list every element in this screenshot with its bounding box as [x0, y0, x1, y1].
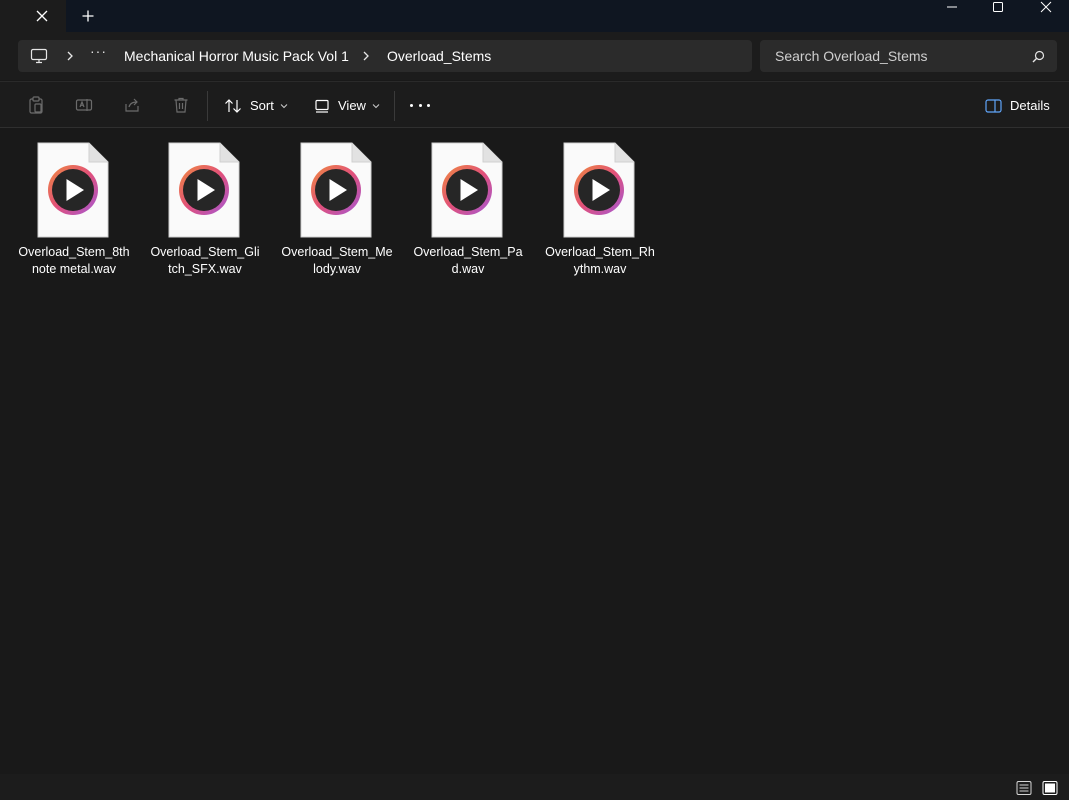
audio-file-icon	[168, 142, 240, 238]
audio-file-icon	[431, 142, 503, 238]
search-input[interactable]: Search Overload_Stems	[760, 40, 1057, 72]
chevron-down-icon	[372, 104, 380, 109]
view-icon	[315, 99, 329, 113]
close-icon	[1040, 1, 1052, 13]
sort-label: Sort	[250, 98, 274, 113]
details-view-icon[interactable]	[1016, 780, 1032, 796]
file-explorer-window: ··· Mechanical Horror Music Pack Vol 1 O…	[0, 0, 1069, 800]
file-name: Overload_Stem_Melody.wav	[281, 245, 393, 276]
sort-icon	[225, 99, 241, 113]
breadcrumb-item-pack[interactable]: Mechanical Horror Music Pack Vol 1	[124, 47, 349, 65]
share-icon[interactable]	[123, 96, 141, 114]
chevron-right-icon[interactable]	[360, 50, 372, 62]
more-dot	[410, 103, 413, 107]
breadcrumb-item-current[interactable]: Overload_Stems	[387, 47, 491, 65]
more-dot	[418, 103, 422, 107]
audio-file-icon	[300, 142, 372, 238]
file-name: Overload_Stem_Pad.wav	[413, 245, 523, 276]
this-pc-icon[interactable]	[30, 48, 48, 64]
file-item[interactable]: Overload_Stem_Glitch_SFX.wav	[149, 142, 261, 282]
file-name: Overload_Stem_8th note metal.wav	[18, 245, 130, 276]
file-item[interactable]: Overload_Stem_Melody.wav	[281, 142, 393, 282]
more-dot	[427, 103, 430, 107]
chevron-down-icon	[280, 104, 288, 109]
new-tab-button[interactable]	[78, 6, 98, 26]
file-item[interactable]: Overload_Stem_Rhythm.wav	[544, 142, 656, 282]
details-pane-button[interactable]: Details	[985, 90, 1050, 122]
audio-file-icon	[37, 142, 109, 238]
plus-icon	[82, 10, 94, 22]
audio-file-icon	[563, 142, 635, 238]
large-icons-view-icon[interactable]	[1042, 780, 1058, 796]
title-bar	[0, 0, 1069, 32]
close-icon	[36, 10, 48, 22]
sort-button[interactable]: Sort	[224, 90, 288, 122]
details-label: Details	[1010, 98, 1050, 113]
search-placeholder: Search Overload_Stems	[775, 48, 928, 64]
toolbar-divider	[207, 91, 208, 121]
chevron-right-icon[interactable]	[64, 50, 76, 62]
view-label: View	[338, 98, 366, 113]
minimize-button[interactable]	[929, 0, 975, 14]
file-name: Overload_Stem_Glitch_SFX.wav	[150, 245, 260, 276]
tab-close-button[interactable]	[32, 6, 52, 26]
toolbar-divider	[394, 91, 395, 121]
address-bar[interactable]: ··· Mechanical Horror Music Pack Vol 1 O…	[18, 40, 752, 72]
search-icon	[1032, 50, 1045, 63]
breadcrumb-more-button[interactable]: ···	[90, 44, 108, 64]
minimize-icon	[947, 6, 957, 8]
tab-current[interactable]	[0, 0, 66, 32]
file-item[interactable]: Overload_Stem_Pad.wav	[412, 142, 524, 282]
view-button[interactable]: View	[314, 90, 380, 122]
close-window-button[interactable]	[1023, 0, 1069, 14]
file-list-area: Overload_Stem_8th note metal.wav Overloa…	[0, 128, 1069, 774]
paste-icon[interactable]	[27, 96, 45, 114]
delete-icon[interactable]	[172, 96, 190, 114]
maximize-button[interactable]	[975, 0, 1021, 14]
maximize-icon	[993, 2, 1003, 12]
rename-icon[interactable]	[75, 96, 93, 114]
command-bar: Sort View Details	[0, 81, 1069, 128]
file-name: Overload_Stem_Rhythm.wav	[545, 245, 655, 276]
file-item[interactable]: Overload_Stem_8th note metal.wav	[18, 142, 130, 282]
more-options-button[interactable]	[410, 96, 430, 114]
status-bar	[0, 774, 1069, 800]
details-pane-icon	[985, 99, 1002, 113]
address-row: ··· Mechanical Horror Music Pack Vol 1 O…	[0, 32, 1069, 80]
